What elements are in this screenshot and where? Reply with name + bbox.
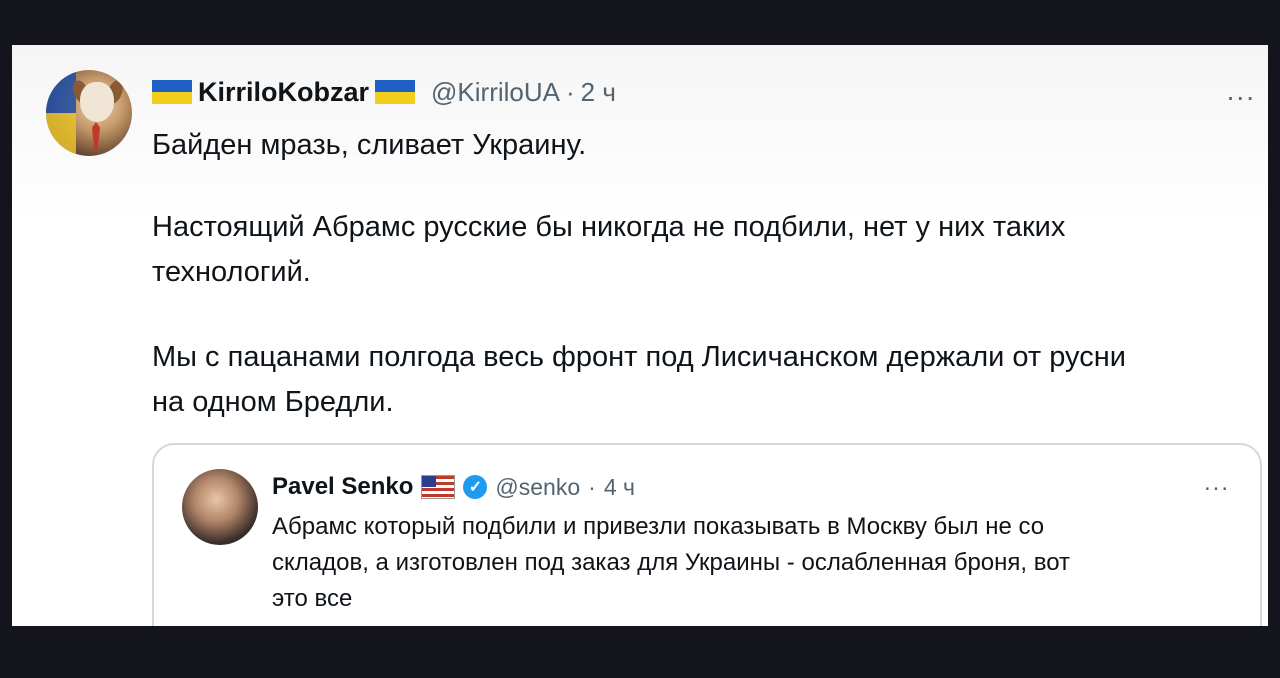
quoted-line: это все (272, 585, 353, 612)
quoted-tweet-header: Pavel Senko ✓ @senko · 4 ч (272, 471, 635, 503)
ukraine-flag-icon (375, 80, 416, 104)
display-name[interactable]: KirriloKobzar (198, 77, 369, 108)
user-avatar[interactable] (46, 70, 132, 156)
user-handle[interactable]: @KirriloUA (431, 77, 560, 108)
tweet-paragraph-2: Настоящий Абрамс русские бы никогда не п… (152, 205, 1065, 295)
tweet-line: Мы с пацанами полгода весь фронт под Лис… (152, 341, 1126, 373)
quoted-more-options-icon[interactable]: ... (1204, 469, 1230, 497)
separator-dot: · (588, 473, 596, 500)
tweet-line: Настоящий Абрамс русские бы никогда не п… (152, 211, 1066, 243)
tweet-card[interactable]: KirriloKobzar @KirriloUA · 2 ч ... Байде… (12, 45, 1268, 626)
tweet-line: Байден мразь, сливает Украину. (152, 129, 587, 161)
quoted-tweet-time[interactable]: 4 ч (604, 474, 635, 501)
quoted-line: Абрамс который подбили и привезли показы… (272, 513, 1045, 540)
ukraine-flag-icon (152, 80, 192, 104)
more-options-icon[interactable]: ... (1227, 75, 1256, 107)
avatar-dog-face (80, 82, 114, 122)
quoted-user-handle[interactable]: @senko (495, 474, 580, 501)
verified-badge-icon: ✓ (463, 475, 488, 499)
quoted-user-avatar[interactable] (182, 469, 258, 545)
tweet-header: KirriloKobzar @KirriloUA · 2 ч (152, 75, 616, 109)
quoted-tweet[interactable]: Pavel Senko ✓ @senko · 4 ч ... Абрамс ко… (152, 443, 1262, 626)
us-flag-icon (421, 475, 456, 499)
avatar-flag-background (46, 70, 76, 156)
avatar-tie (92, 122, 100, 150)
tweet-line: на одном Бредли. (152, 386, 394, 418)
tweet-time[interactable]: 2 ч (581, 77, 616, 108)
quoted-line: складов, а изготовлен под заказ для Укра… (272, 549, 1071, 576)
quoted-tweet-text: Абрамс который подбили и привезли показы… (272, 509, 1222, 617)
tweet-paragraph-1: Байден мразь, сливает Украину. (152, 123, 586, 168)
tweet-paragraph-3: Мы с пацанами полгода весь фронт под Лис… (152, 335, 1126, 425)
tweet-line: технологий. (152, 256, 311, 288)
quoted-display-name[interactable]: Pavel Senko (272, 473, 413, 501)
separator-dot: · (566, 76, 575, 107)
